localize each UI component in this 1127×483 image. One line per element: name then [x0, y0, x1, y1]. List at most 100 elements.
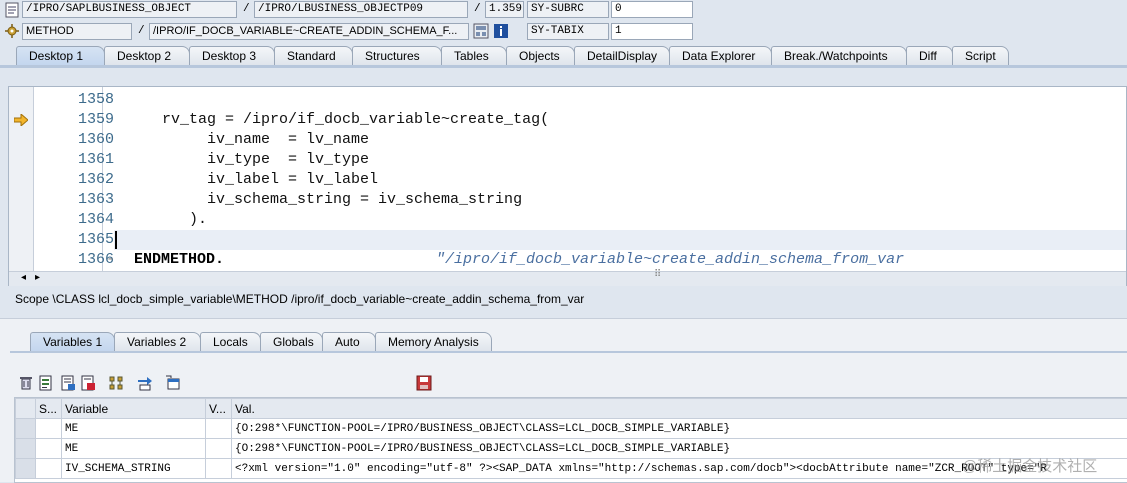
tab-globals[interactable]: Globals: [260, 332, 323, 351]
current-line-arrow-icon: [14, 114, 28, 126]
v-cell: [206, 419, 232, 439]
tab-objects[interactable]: Objects: [506, 46, 575, 65]
hierarchy-icon[interactable]: [108, 375, 124, 391]
tab-locals[interactable]: Locals: [200, 332, 261, 351]
tab-desktop-1[interactable]: Desktop 1: [16, 46, 105, 65]
scroll-left-icon[interactable]: ◂: [21, 272, 26, 283]
code-text: iv_type = lv_type: [126, 151, 369, 168]
row-selector-header[interactable]: [16, 399, 36, 419]
scope-label: Scope \CLASS lcl_docb_simple_variable\ME…: [15, 292, 584, 306]
code-editor[interactable]: 1358 1359 rv_tag = /ipro/if_docb_variabl…: [34, 87, 1126, 271]
save-icon[interactable]: [416, 375, 432, 391]
variable-cell[interactable]: ME: [62, 439, 206, 459]
line-number: 1361: [34, 151, 114, 168]
tab-structures[interactable]: Structures: [352, 46, 442, 65]
v-cell: [206, 459, 232, 479]
row-selector[interactable]: [16, 459, 36, 479]
line-number: 1358: [34, 91, 114, 108]
tab-break-watchpoints[interactable]: Break./Watchpoints: [771, 46, 907, 65]
variable-cell[interactable]: IV_SCHEMA_STRING: [62, 459, 206, 479]
tab-desktop-2[interactable]: Desktop 2: [104, 46, 190, 65]
line-number-field[interactable]: 1.359: [485, 1, 524, 18]
status-cell: [36, 459, 62, 479]
v-cell: [206, 439, 232, 459]
tab-tables[interactable]: Tables: [441, 46, 507, 65]
table-row[interactable]: ME {O:298*\FUNCTION-POOL=/IPRO/BUSINESS_…: [16, 419, 1127, 439]
method-icon: [4, 23, 20, 39]
delete-icon[interactable]: [18, 375, 34, 391]
object-name-field[interactable]: /IPRO/IF_DOCB_VARIABLE~CREATE_ADDIN_SCHE…: [149, 23, 469, 40]
fold-marker: -: [106, 251, 115, 268]
display-object-icon[interactable]: [473, 23, 489, 39]
desktop-tab-strip: Desktop 1 Desktop 2 Desktop 3 Standard S…: [16, 46, 1008, 65]
variables-grid: S... Variable V... Val. ME {O:298*\FUNCT…: [14, 397, 1127, 483]
detail-view-icon[interactable]: [38, 375, 54, 391]
line-number: 1360: [34, 131, 114, 148]
save-variables-icon[interactable]: [60, 375, 76, 391]
code-keyword: ENDMETHOD.: [134, 251, 224, 268]
code-comment: "/ipro/if_docb_variable~create_addin_sch…: [436, 251, 904, 268]
code-text: iv_name = lv_name: [126, 131, 369, 148]
tab-memory-analysis[interactable]: Memory Analysis: [375, 332, 492, 351]
code-text: iv_label = lv_label: [126, 171, 378, 188]
variables-tab-strip: Variables 1 Variables 2 Locals Globals A…: [30, 332, 491, 351]
code-line: 1358: [34, 91, 1126, 111]
code-line: 1362 iv_label = lv_label: [34, 171, 1126, 191]
table-row[interactable]: ME {O:298*\FUNCTION-POOL=/IPRO/BUSINESS_…: [16, 439, 1127, 459]
separator: /: [474, 1, 481, 18]
load-variables-icon[interactable]: [80, 375, 96, 391]
scrollbar-grip-icon[interactable]: ⠿: [654, 269, 661, 280]
code-text: iv_schema_string = iv_schema_string: [126, 191, 522, 208]
column-header-v[interactable]: V...: [206, 399, 232, 419]
info-icon[interactable]: [493, 23, 509, 39]
program-field[interactable]: /IPRO/SAPLBUSINESS_OBJECT: [22, 1, 237, 18]
line-number: 1359: [34, 111, 114, 128]
tab-diff[interactable]: Diff: [906, 46, 953, 65]
new-window-icon[interactable]: [165, 375, 181, 391]
code-line: 1360 iv_name = lv_name: [34, 131, 1126, 151]
tab-variables-2[interactable]: Variables 2: [114, 332, 201, 351]
tab-data-explorer[interactable]: Data Explorer: [669, 46, 772, 65]
source-code-panel: 1358 1359 rv_tag = /ipro/if_docb_variabl…: [8, 86, 1127, 286]
variables-tab-underline: [10, 351, 1127, 353]
line-number: 1364: [34, 211, 114, 228]
include-field[interactable]: /IPRO/LBUSINESS_OBJECTP09: [254, 1, 468, 18]
transfer-icon[interactable]: [137, 375, 153, 391]
code-text: rv_tag = /ipro/if_docb_variable~create_t…: [126, 111, 549, 128]
row-selector[interactable]: [16, 439, 36, 459]
value-cell[interactable]: {O:298*\FUNCTION-POOL=/IPRO/BUSINESS_OBJ…: [232, 419, 1127, 439]
variable-cell[interactable]: ME: [62, 419, 206, 439]
sysvar-name-field[interactable]: SY-SUBRC: [527, 1, 609, 18]
sysvar-value-field[interactable]: 0: [611, 1, 693, 18]
tab-desktop-3[interactable]: Desktop 3: [189, 46, 275, 65]
column-header-variable[interactable]: Variable: [62, 399, 206, 419]
line-number: 1363: [34, 191, 114, 208]
tab-detaildisplay[interactable]: DetailDisplay: [574, 46, 670, 65]
status-cell: [36, 419, 62, 439]
tab-standard[interactable]: Standard: [274, 46, 353, 65]
tab-auto[interactable]: Auto: [322, 332, 376, 351]
object-type-field[interactable]: METHOD: [22, 23, 132, 40]
row-selector[interactable]: [16, 419, 36, 439]
column-header-value[interactable]: Val.: [232, 399, 1127, 419]
code-line: 1361 iv_type = lv_type: [34, 151, 1126, 171]
table-row[interactable]: IV_SCHEMA_STRING <?xml version="1.0" enc…: [16, 459, 1127, 479]
tab-underline: [0, 65, 1127, 68]
code-text: ).: [126, 211, 207, 228]
column-header-status[interactable]: S...: [36, 399, 62, 419]
tab-script[interactable]: Script: [952, 46, 1009, 65]
horizontal-scrollbar[interactable]: ◂ ▸ ⠿: [9, 271, 1126, 286]
tab-variables-1[interactable]: Variables 1: [30, 332, 115, 351]
status-cell: [36, 439, 62, 459]
code-line: 1359 rv_tag = /ipro/if_docb_variable~cre…: [34, 111, 1126, 131]
watermark: @稀土掘金技术社区: [962, 455, 1097, 476]
table-header-row: S... Variable V... Val.: [16, 399, 1127, 419]
program-icon: [4, 2, 20, 18]
sysvar-name-field-2[interactable]: SY-TABIX: [527, 23, 609, 40]
code-line: 1364 ).: [34, 211, 1126, 231]
code-line: 1363 iv_schema_string = iv_schema_string: [34, 191, 1126, 211]
separator: /: [243, 1, 250, 18]
line-number: 1362: [34, 171, 114, 188]
scroll-right-icon[interactable]: ▸: [35, 272, 40, 283]
sysvar-value-field-2[interactable]: 1: [611, 23, 693, 40]
